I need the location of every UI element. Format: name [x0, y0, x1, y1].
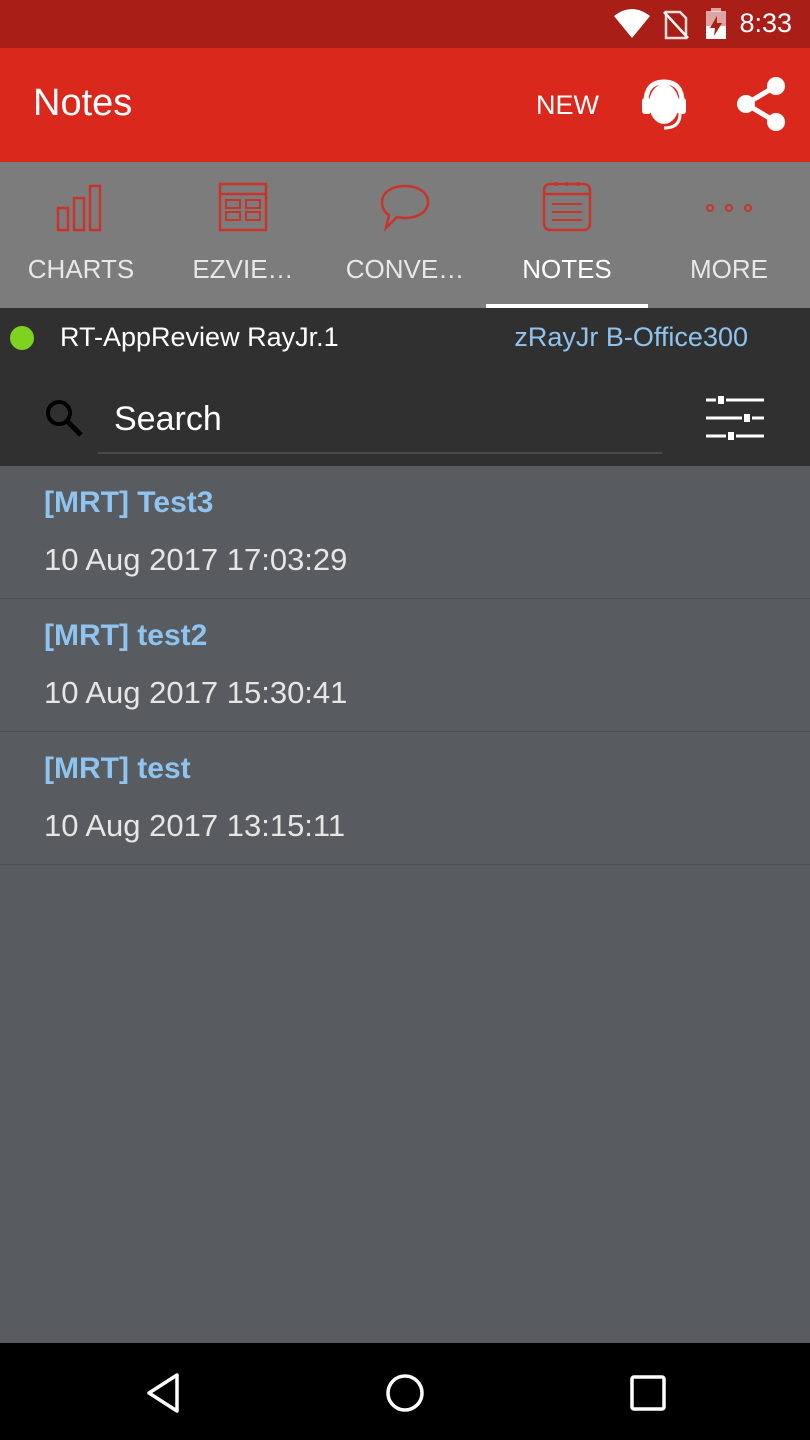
wifi-icon — [614, 9, 650, 38]
connection-status-dot — [10, 326, 34, 350]
server-name[interactable]: zRayJr B-Office300 — [514, 322, 748, 353]
tab-label: MORE — [690, 254, 768, 284]
tab-ezview[interactable]: EZVIE… — [162, 162, 324, 308]
speech-bubble-icon — [380, 184, 430, 232]
account-bar: RT-AppReview RayJr.1 zRayJr B-Office300 — [0, 308, 810, 368]
battery-charging-icon — [706, 8, 726, 39]
list-item[interactable]: [MRT] Test3 10 Aug 2017 17:03:29 — [0, 466, 810, 599]
list-item[interactable]: [MRT] test 10 Aug 2017 13:15:11 — [0, 732, 810, 865]
tab-charts[interactable]: CHARTS — [0, 162, 162, 308]
new-note-button[interactable]: NEW — [536, 90, 599, 121]
clock: 8:33 — [739, 8, 792, 38]
home-icon[interactable] — [383, 1371, 427, 1415]
filter-sliders-icon[interactable] — [704, 392, 766, 444]
tab-more[interactable]: MORE — [648, 162, 810, 308]
tab-bar: CHARTS EZVIE… CONVE… NOTES MORE — [0, 162, 810, 308]
note-date: 10 Aug 2017 13:15:11 — [44, 808, 346, 843]
note-date: 10 Aug 2017 15:30:41 — [44, 675, 348, 710]
support-headset-icon[interactable] — [640, 76, 688, 134]
search-icon — [46, 400, 83, 437]
search-bar — [0, 368, 810, 466]
grid-table-icon — [218, 182, 268, 232]
more-dots-icon — [706, 204, 752, 212]
tab-label: NOTES — [522, 254, 612, 284]
recents-icon[interactable] — [626, 1371, 670, 1415]
back-icon[interactable] — [141, 1371, 185, 1415]
note-title: [MRT] test2 — [44, 619, 208, 652]
note-date: 10 Aug 2017 17:03:29 — [44, 542, 348, 577]
system-nav-bar — [0, 1343, 810, 1440]
list-item[interactable]: [MRT] test2 10 Aug 2017 15:30:41 — [0, 599, 810, 732]
tab-label: EZVIE… — [192, 254, 294, 284]
note-title: [MRT] Test3 — [44, 486, 214, 519]
tab-notes[interactable]: NOTES — [486, 162, 648, 308]
page-title: Notes — [33, 82, 133, 124]
notepad-icon — [542, 182, 592, 232]
search-input[interactable] — [98, 386, 662, 454]
no-sim-icon — [663, 10, 689, 40]
notes-list: [MRT] Test3 10 Aug 2017 17:03:29 [MRT] t… — [0, 466, 810, 865]
account-name[interactable]: RT-AppReview RayJr.1 — [60, 322, 339, 353]
app-bar: Notes NEW — [0, 48, 810, 162]
bar-chart-icon — [56, 184, 102, 232]
status-bar: 8:33 — [0, 0, 810, 48]
tab-label: CHARTS — [27, 254, 135, 284]
tab-conversations[interactable]: CONVE… — [324, 162, 486, 308]
tab-label: CONVE… — [345, 254, 465, 284]
note-title: [MRT] test — [44, 752, 191, 785]
share-icon[interactable] — [734, 76, 788, 132]
